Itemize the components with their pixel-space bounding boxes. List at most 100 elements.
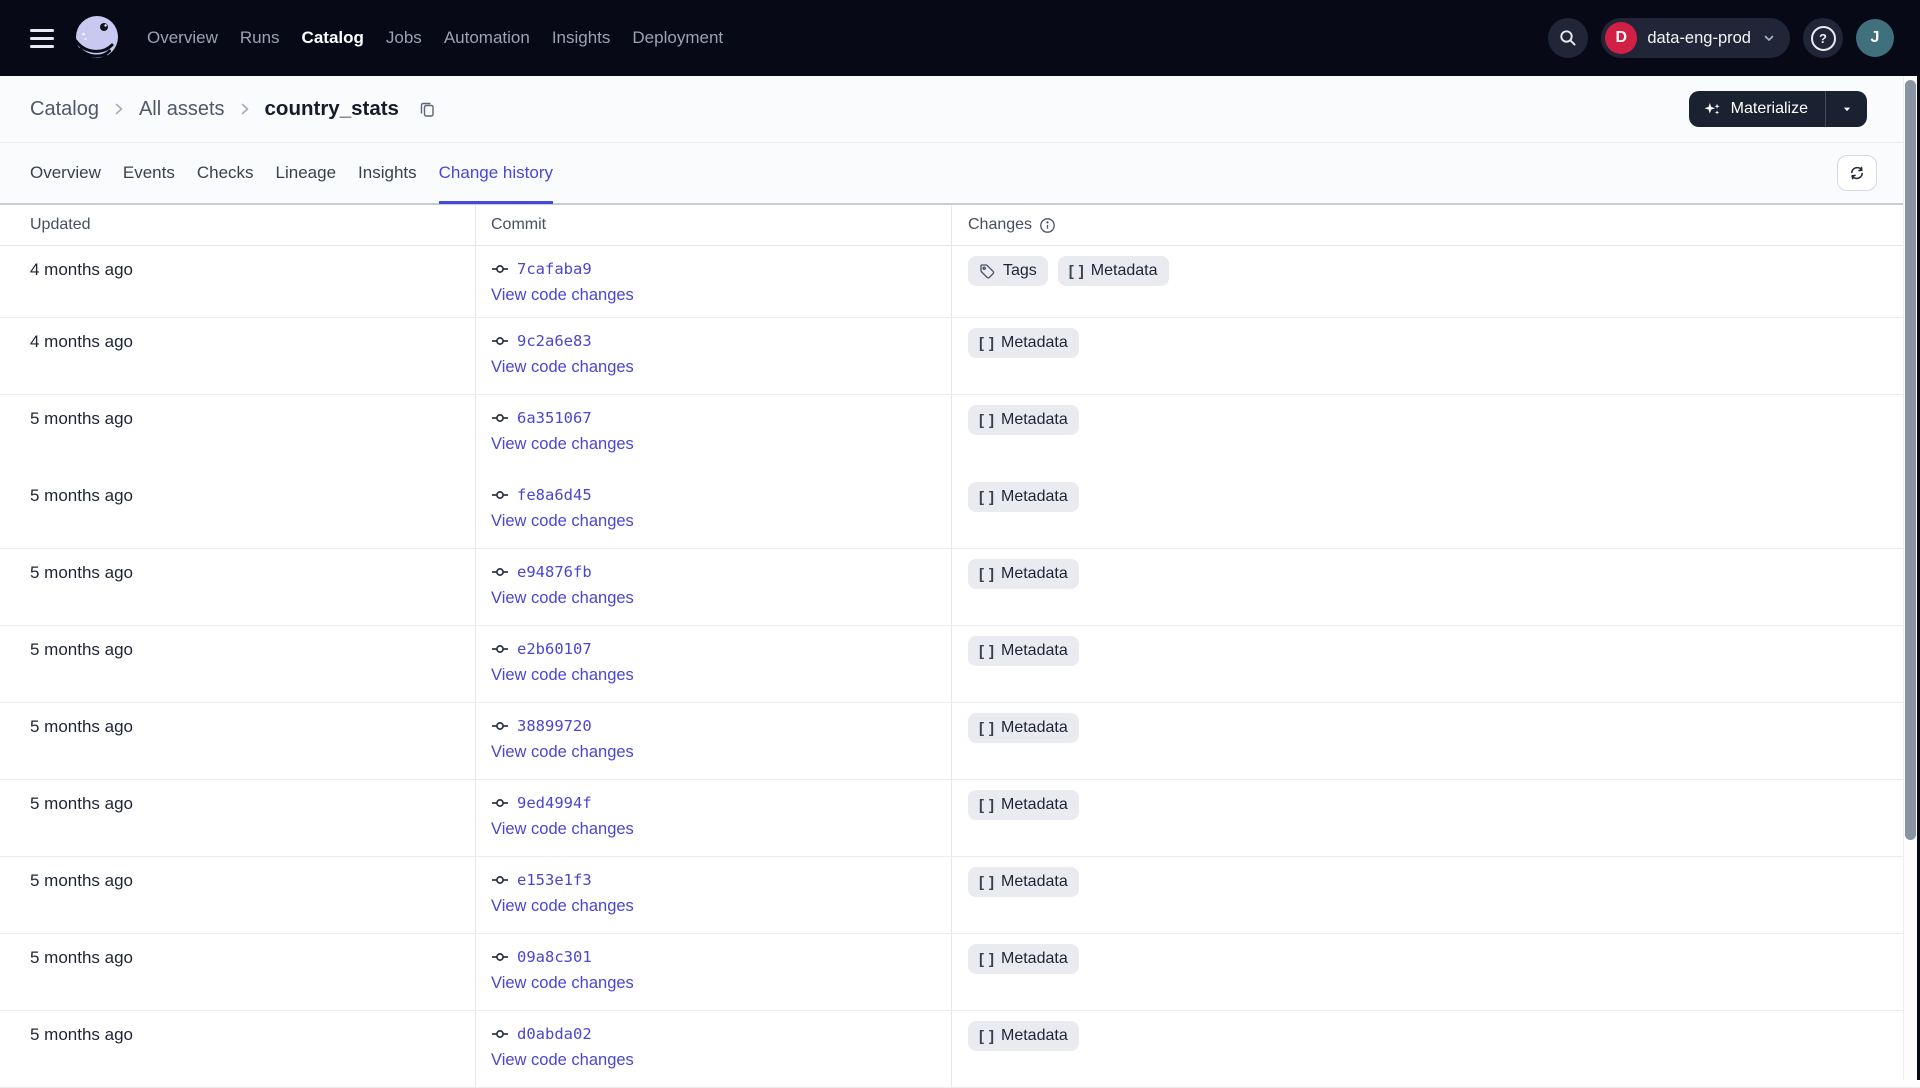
badge-label: Metadata — [1001, 719, 1068, 736]
chevron-down-icon — [1761, 30, 1777, 46]
tab-checks[interactable]: Checks — [197, 143, 254, 203]
view-code-changes-link[interactable]: View code changes — [491, 974, 634, 993]
updated-cell: 5 months ago — [0, 703, 475, 779]
view-code-changes-link[interactable]: View code changes — [491, 897, 634, 916]
badge-label: Metadata — [1001, 873, 1068, 890]
commit-cell: d0abda02 View code changes — [475, 1011, 951, 1087]
badge-label: Metadata — [1001, 411, 1068, 428]
table-row: 4 months ago 9c2a6e83 View code changes … — [0, 318, 1920, 395]
updated-cell: 5 months ago — [0, 857, 475, 933]
updated-cell: 4 months ago — [0, 318, 475, 394]
change-badge-tags: Tags — [968, 256, 1048, 286]
tab-events[interactable]: Events — [123, 143, 175, 203]
git-commit-icon — [491, 486, 509, 504]
commit-cell: 38899720 View code changes — [475, 703, 951, 779]
materialize-button[interactable]: Materialize — [1689, 91, 1826, 127]
view-code-changes-link[interactable]: View code changes — [491, 512, 634, 531]
view-code-changes-link[interactable]: View code changes — [491, 743, 634, 762]
updated-cell: 4 months ago — [0, 246, 475, 317]
brackets-icon: [] — [979, 411, 994, 429]
badge-label: Metadata — [1001, 334, 1068, 351]
commit-link[interactable]: d0abda02 — [517, 1025, 592, 1043]
materialize-split-button: Materialize — [1688, 91, 1867, 127]
menu-icon[interactable] — [30, 28, 54, 48]
commit-link[interactable]: e153e1f3 — [517, 871, 592, 889]
changes-cell: [] Metadata — [951, 703, 1920, 779]
commit-link[interactable]: e94876fb — [517, 563, 592, 581]
commit-link[interactable]: fe8a6d45 — [517, 486, 592, 504]
search-icon — [1558, 28, 1578, 48]
git-commit-icon — [491, 640, 509, 658]
tab-change-history[interactable]: Change history — [438, 143, 554, 204]
dagster-logo[interactable] — [71, 12, 123, 64]
brackets-icon: [] — [979, 334, 994, 352]
refresh-button[interactable] — [1837, 155, 1877, 191]
commit-cell: e153e1f3 View code changes — [475, 857, 951, 933]
view-code-changes-link[interactable]: View code changes — [491, 589, 634, 608]
brackets-icon: [] — [979, 796, 994, 814]
view-code-changes-link[interactable]: View code changes — [491, 286, 634, 305]
search-button[interactable] — [1548, 18, 1589, 58]
view-code-changes-link[interactable]: View code changes — [491, 435, 634, 454]
nav-item-jobs[interactable]: Jobs — [386, 22, 422, 54]
commit-link[interactable]: 9ed4994f — [517, 794, 592, 812]
workspace-switcher[interactable]: D data-eng-prod — [1601, 18, 1790, 58]
table-row: 5 months ago e153e1f3 View code changes … — [0, 857, 1920, 934]
commit-cell: 9c2a6e83 View code changes — [475, 318, 951, 394]
updated-cell: 5 months ago — [0, 626, 475, 702]
commit-link[interactable]: 6a351067 — [517, 409, 592, 427]
commit-cell: 7cafaba9 View code changes — [475, 246, 951, 317]
top-nav: Overview Runs Catalog Jobs Automation Insight… — [0, 0, 1920, 76]
change-table-body: 4 months ago 7cafaba9 View code changes … — [0, 246, 1920, 1088]
git-commit-icon — [491, 260, 509, 278]
commit-link[interactable]: 38899720 — [517, 717, 592, 735]
change-badge-metadata: [] Metadata — [968, 559, 1079, 589]
view-code-changes-link[interactable]: View code changes — [491, 666, 634, 685]
user-avatar[interactable]: J — [1856, 19, 1894, 57]
view-code-changes-link[interactable]: View code changes — [491, 1051, 634, 1070]
nav-item-insights[interactable]: Insights — [552, 22, 611, 54]
nav-item-overview[interactable]: Overview — [147, 22, 218, 54]
tab-bar: Overview Events Checks Lineage Insights Chang… — [30, 143, 554, 204]
scrollbar-track[interactable] — [1903, 76, 1917, 1080]
brackets-icon: [] — [979, 565, 994, 583]
brackets-icon: [] — [979, 719, 994, 737]
commit-cell: 9ed4994f View code changes — [475, 780, 951, 856]
changes-cell: [] Metadata — [951, 1011, 1920, 1087]
help-button[interactable]: ? — [1803, 18, 1843, 58]
updated-cell: 5 months ago — [0, 934, 475, 1010]
caret-down-icon — [1840, 102, 1854, 116]
column-header-updated: Updated — [30, 216, 91, 233]
git-commit-icon — [491, 948, 509, 966]
nav-item-automation[interactable]: Automation — [444, 22, 530, 54]
commit-link[interactable]: 09a8c301 — [517, 948, 592, 966]
table-row: 5 months ago 38899720 View code changes … — [0, 703, 1920, 780]
scrollbar-thumb[interactable] — [1904, 80, 1916, 840]
commit-link[interactable]: e2b60107 — [517, 640, 592, 658]
nav-item-catalog[interactable]: Catalog — [302, 22, 364, 54]
asset-name: country_stats — [264, 97, 399, 120]
view-code-changes-link[interactable]: View code changes — [491, 820, 634, 839]
git-commit-icon — [491, 717, 509, 735]
copy-asset-name-button[interactable] — [418, 100, 437, 119]
updated-text: 5 months ago — [30, 948, 134, 967]
breadcrumb-link-catalog[interactable]: Catalog — [30, 98, 99, 121]
tab-insights[interactable]: Insights — [358, 143, 417, 203]
commit-link[interactable]: 9c2a6e83 — [517, 332, 592, 350]
nav-item-deployment[interactable]: Deployment — [632, 22, 723, 54]
nav-item-runs[interactable]: Runs — [240, 22, 280, 54]
info-icon[interactable] — [1039, 217, 1056, 234]
badge-label: Metadata — [1001, 642, 1068, 659]
brackets-icon: [] — [979, 950, 994, 968]
change-badge-metadata: [] Metadata — [1057, 256, 1169, 286]
view-code-changes-link[interactable]: View code changes — [491, 358, 634, 377]
tab-lineage[interactable]: Lineage — [276, 143, 337, 203]
chevron-right-icon — [110, 100, 128, 118]
change-badge-metadata: [] Metadata — [968, 1021, 1079, 1051]
help-icon: ? — [1810, 25, 1836, 51]
materialize-dropdown-button[interactable] — [1826, 91, 1867, 127]
badge-label: Metadata — [1090, 262, 1158, 279]
tab-overview[interactable]: Overview — [30, 143, 101, 203]
breadcrumb-link-all-assets[interactable]: All assets — [139, 98, 225, 121]
commit-link[interactable]: 7cafaba9 — [517, 260, 592, 278]
